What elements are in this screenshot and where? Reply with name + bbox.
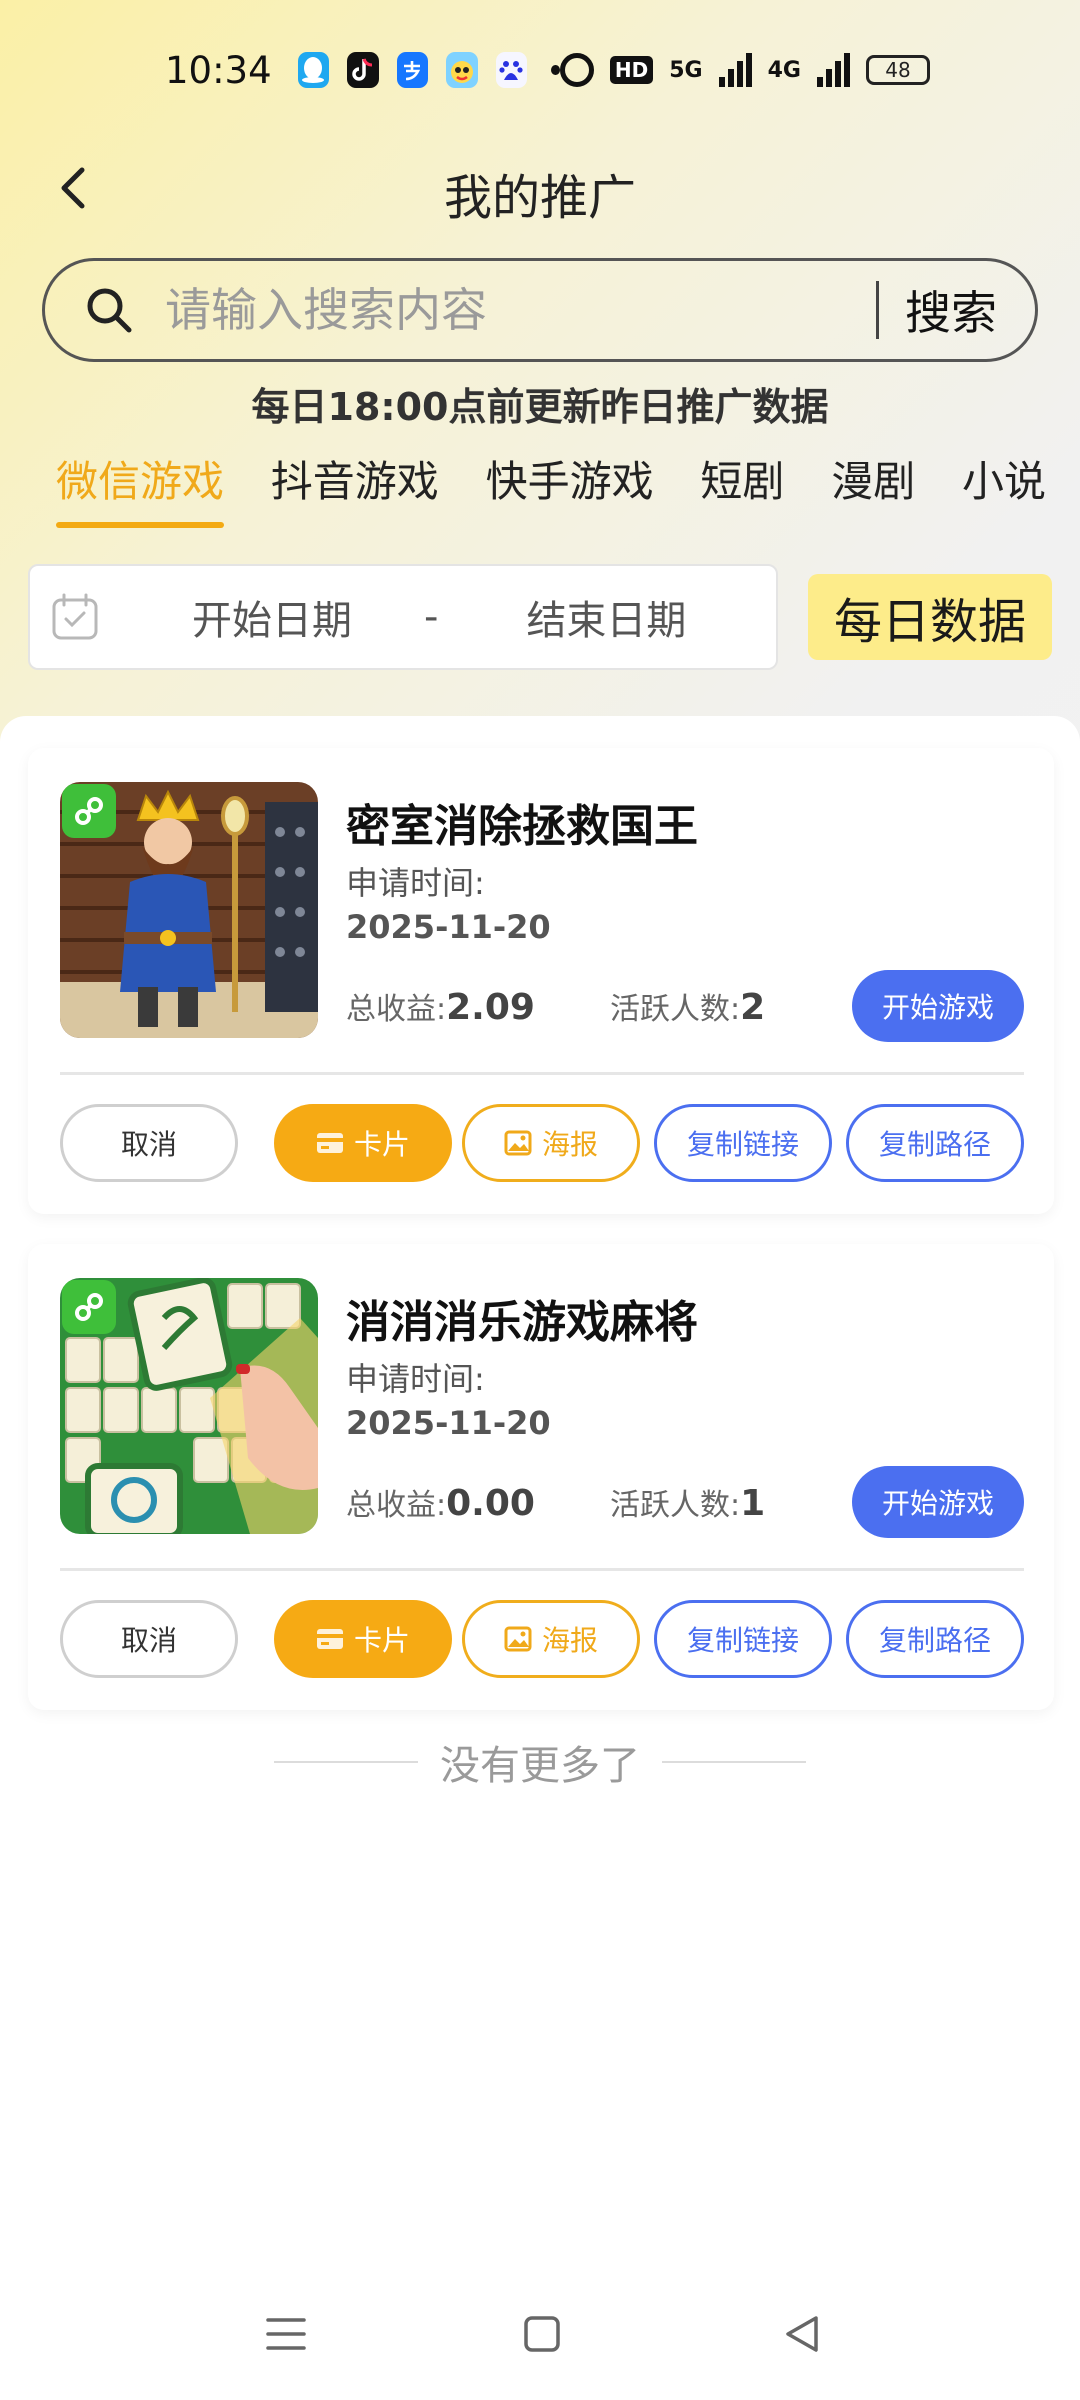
game-card: 密室消除拯救国王 申请时间: 2025-11-20 总收益:2.09 活跃人数:…: [28, 748, 1054, 1214]
daily-data-button[interactable]: 每日数据: [808, 574, 1052, 660]
active-users-value: 1: [740, 1483, 766, 1524]
menu-icon[interactable]: [256, 2304, 316, 2364]
end-date-field[interactable]: 结束日期: [526, 588, 686, 646]
header: 我的推广: [0, 140, 1080, 240]
active-users-label: 活跃人数:: [610, 1488, 741, 1523]
poster-button[interactable]: 海报: [462, 1600, 640, 1678]
divider-line-left: [274, 1761, 418, 1763]
copy-path-button[interactable]: 复制路径: [846, 1104, 1024, 1182]
promotion-list: 密室消除拯救国王 申请时间: 2025-11-20 总收益:2.09 活跃人数:…: [0, 716, 1080, 2400]
divider-line-right: [662, 1761, 806, 1763]
total-income: 总收益:2.09: [346, 984, 535, 1028]
game-thumbnail-king: [60, 782, 318, 1038]
copy-link-button[interactable]: 复制链接: [654, 1104, 832, 1182]
status-time: 10:34: [165, 48, 272, 92]
tab-short-drama[interactable]: 短剧: [700, 448, 784, 528]
tab-novel[interactable]: 小说: [962, 448, 1046, 528]
apply-time-label: 申请时间:: [346, 864, 485, 902]
calendar-icon: [52, 593, 98, 640]
game-name: 密室消除拯救国王: [346, 801, 698, 852]
signal-2-icon: [817, 53, 850, 87]
image-icon: [504, 1626, 532, 1652]
search-bar: 搜索: [42, 258, 1038, 362]
date-separator: -: [424, 594, 439, 640]
poster-button-label: 海报: [541, 1624, 598, 1657]
tab-wechat-games[interactable]: 微信游戏: [56, 448, 225, 528]
game-name: 消消消乐游戏麻将: [346, 1297, 698, 1348]
card-button-label: 卡片: [353, 1128, 410, 1161]
active-users-value: 2: [740, 987, 766, 1028]
date-range-picker[interactable]: 开始日期 - 结束日期: [28, 564, 778, 670]
cancel-button[interactable]: 取消: [60, 1104, 238, 1182]
no-more-text: 没有更多了: [440, 1743, 640, 1789]
tab-kuaishou-games[interactable]: 快手游戏: [486, 448, 654, 528]
search-divider: [876, 281, 879, 339]
active-users: 活跃人数:1: [610, 1480, 765, 1524]
list-end-indicator: 没有更多了: [0, 1732, 1080, 1792]
total-income: 总收益:0.00: [346, 1480, 535, 1524]
battery-icon: 48: [866, 55, 930, 85]
card-share-button[interactable]: 卡片: [274, 1104, 452, 1182]
baidu-icon: [495, 52, 528, 88]
system-navigation-bar: [0, 2290, 1080, 2380]
income-value: 2.09: [446, 987, 535, 1028]
income-label: 总收益:: [346, 992, 447, 1027]
signal-1-icon: [718, 53, 752, 87]
back-triangle-icon[interactable]: [772, 2304, 832, 2364]
qq-icon: [297, 52, 330, 88]
apply-date: 2025-11-20: [346, 1404, 551, 1442]
network-2-label: 4G: [767, 57, 801, 83]
poster-button[interactable]: 海报: [462, 1104, 640, 1182]
card-divider: [60, 1072, 1024, 1075]
status-bar: 10:34 HD 5G 4G 48: [0, 0, 1080, 140]
update-notice: 每日18:00点前更新昨日推广数据: [251, 385, 829, 429]
hd-icon: HD: [609, 56, 654, 84]
image-icon: [504, 1130, 532, 1156]
active-users-label: 活跃人数:: [610, 992, 741, 1027]
page: 10:34 HD 5G 4G 48 我的推广 请输入搜索内容 搜索 每日18:0…: [0, 0, 1080, 2400]
apply-time-label: 申请时间:: [346, 1360, 485, 1398]
tiktok-icon: [347, 52, 379, 88]
status-right: HD 5G 4G 48: [559, 53, 930, 87]
start-game-button[interactable]: 开始游戏: [852, 1466, 1024, 1538]
cancel-button[interactable]: 取消: [60, 1600, 238, 1678]
card-icon: [316, 1629, 343, 1649]
tab-douyin-games[interactable]: 抖音游戏: [271, 448, 439, 528]
card-button-label: 卡片: [353, 1624, 410, 1657]
start-date-field[interactable]: 开始日期: [192, 588, 352, 646]
apply-date: 2025-11-20: [346, 908, 551, 946]
copy-link-button[interactable]: 复制链接: [654, 1600, 832, 1678]
copy-path-button[interactable]: 复制路径: [846, 1600, 1024, 1678]
card-icon: [316, 1133, 343, 1153]
active-users: 活跃人数:2: [610, 984, 765, 1028]
game-card: 消消消乐游戏麻将 申请时间: 2025-11-20 总收益:0.00 活跃人数:…: [28, 1244, 1054, 1710]
alarm-icon: [559, 53, 594, 87]
card-share-button[interactable]: 卡片: [274, 1600, 452, 1678]
mini-program-icon: [62, 1280, 116, 1334]
notification-dot-icon: [551, 65, 560, 75]
search-input[interactable]: [165, 283, 876, 337]
page-title: 我的推广: [443, 170, 636, 226]
game-thumbnail-mahjong: [60, 1278, 318, 1534]
tab-comic-drama[interactable]: 漫剧: [831, 448, 915, 528]
mini-program-icon: [62, 784, 116, 838]
income-value: 0.00: [446, 1483, 535, 1524]
income-label: 总收益:: [346, 1488, 447, 1523]
game-app-icon: [446, 52, 478, 88]
poster-button-label: 海报: [541, 1128, 598, 1161]
alipay-icon: [396, 52, 429, 88]
category-tabs: 微信游戏 抖音游戏 快手游戏 短剧 漫剧 小说: [56, 448, 1046, 528]
home-icon[interactable]: [512, 2304, 572, 2364]
search-icon: [87, 288, 132, 333]
network-1-label: 5G: [669, 57, 703, 83]
start-game-button[interactable]: 开始游戏: [852, 970, 1024, 1042]
card-divider: [60, 1568, 1024, 1571]
search-button[interactable]: 搜索: [905, 277, 997, 343]
